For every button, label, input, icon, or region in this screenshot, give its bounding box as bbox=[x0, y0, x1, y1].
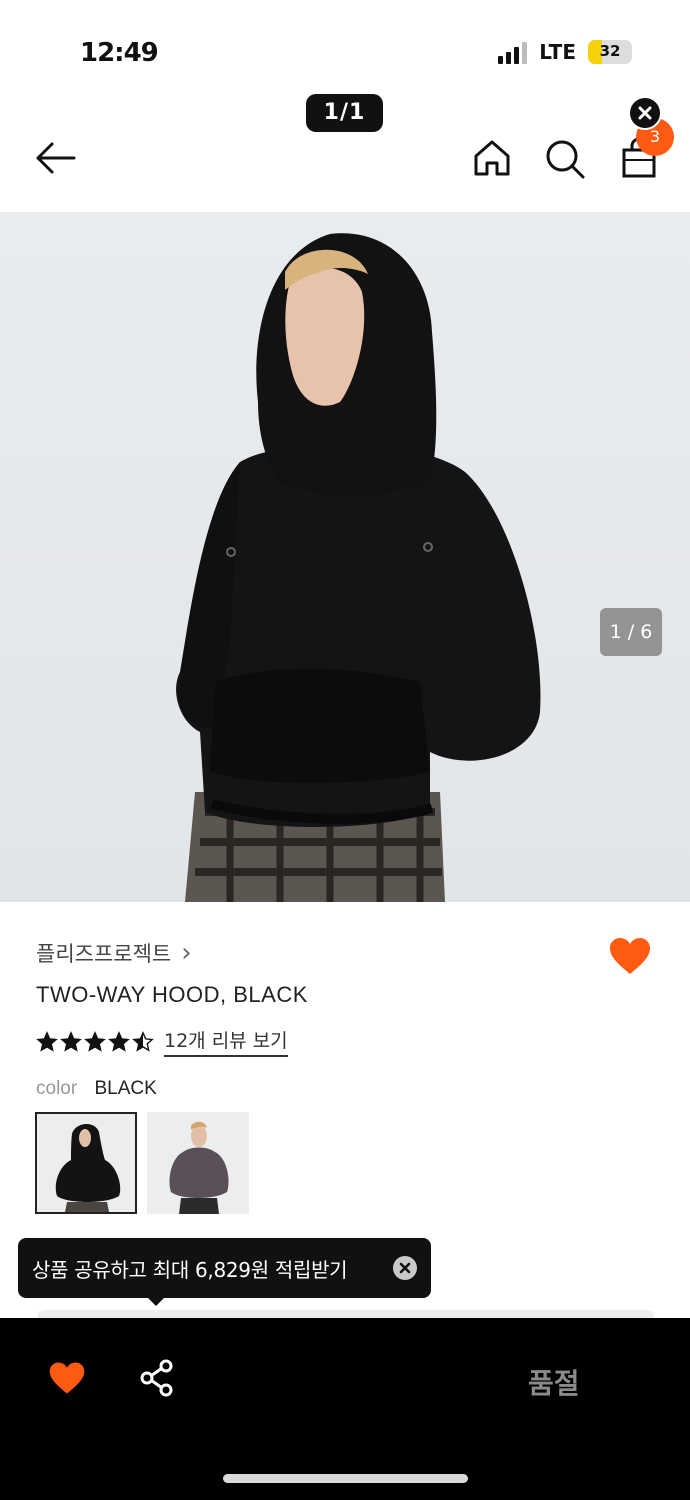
back-button[interactable] bbox=[30, 136, 80, 180]
star-icon bbox=[36, 1030, 58, 1052]
share-icon bbox=[140, 1359, 173, 1397]
heart-icon bbox=[610, 938, 650, 974]
color-swatch-black[interactable] bbox=[35, 1112, 137, 1214]
star-icon bbox=[132, 1030, 154, 1052]
product-title: TWO-WAY HOOD, BLACK bbox=[36, 982, 308, 1007]
tooltip-text: 상품 공유하고 최대 6,829원 적립받기 bbox=[32, 1257, 348, 1282]
share-button[interactable] bbox=[138, 1358, 176, 1398]
review-link[interactable]: 12개 리뷰 보기 bbox=[164, 1026, 288, 1057]
star-icon bbox=[84, 1030, 106, 1052]
heart-icon bbox=[49, 1362, 85, 1394]
search-button[interactable] bbox=[542, 136, 588, 182]
home-icon bbox=[474, 140, 510, 176]
status-time: 12:49 bbox=[80, 38, 159, 68]
color-label: color bbox=[36, 1078, 78, 1099]
search-icon bbox=[546, 140, 585, 179]
soldout-label: 품절 bbox=[528, 1367, 580, 1400]
page-counter: 1/1 bbox=[306, 94, 383, 132]
rating-row: 12개 리뷰 보기 bbox=[36, 1026, 288, 1057]
star-icon bbox=[60, 1030, 82, 1052]
bottom-action-bar bbox=[0, 1318, 690, 1500]
close-icon[interactable] bbox=[628, 96, 662, 130]
back-arrow-icon bbox=[36, 142, 76, 174]
status-bar: 12:49 LTE 32 bbox=[0, 0, 690, 100]
brand-name: 플리즈프로젝트 bbox=[36, 942, 172, 966]
product-image[interactable] bbox=[0, 212, 690, 902]
star-icon bbox=[108, 1030, 130, 1052]
color-row: color BLACK bbox=[36, 1078, 157, 1100]
home-button[interactable] bbox=[470, 136, 514, 180]
tooltip-close-icon[interactable] bbox=[393, 1256, 417, 1280]
home-indicator bbox=[223, 1474, 468, 1483]
battery-percent: 32 bbox=[599, 42, 621, 60]
star-rating bbox=[36, 1030, 154, 1053]
color-value: BLACK bbox=[94, 1078, 157, 1099]
network-label: LTE bbox=[539, 40, 576, 64]
image-counter: 1 / 6 bbox=[600, 608, 662, 656]
battery-icon: 32 bbox=[588, 40, 632, 64]
color-swatch-charcoal[interactable] bbox=[147, 1112, 249, 1214]
product-photo bbox=[176, 233, 541, 902]
bottom-wishlist-button[interactable] bbox=[48, 1360, 86, 1396]
share-reward-tooltip: 상품 공유하고 최대 6,829원 적립받기 bbox=[18, 1238, 431, 1298]
status-indicators: LTE 32 bbox=[498, 40, 632, 64]
wishlist-button[interactable] bbox=[608, 936, 652, 976]
signal-icon bbox=[498, 40, 528, 64]
chevron-right-icon: › bbox=[181, 938, 192, 968]
brand-link[interactable]: 플리즈프로젝트 › bbox=[36, 938, 192, 968]
tooltip-arrow bbox=[146, 1296, 166, 1306]
